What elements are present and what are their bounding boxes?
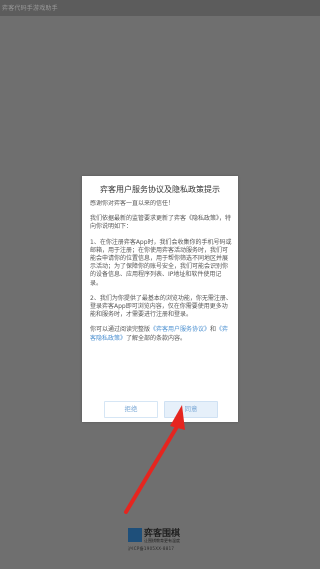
logo-tagline: 让围棋教育更有温度 [144, 538, 180, 543]
arrow-shaft [124, 423, 180, 514]
arrow-head [170, 405, 185, 430]
logo-icon [128, 528, 142, 542]
app-logo: 弈客围棋 让围棋教育更有温度 沪ICP备1905XX-8817 [128, 524, 208, 560]
red-arrow-annotation [124, 405, 185, 514]
logo-icp: 沪ICP备1905XX-8817 [128, 546, 175, 551]
